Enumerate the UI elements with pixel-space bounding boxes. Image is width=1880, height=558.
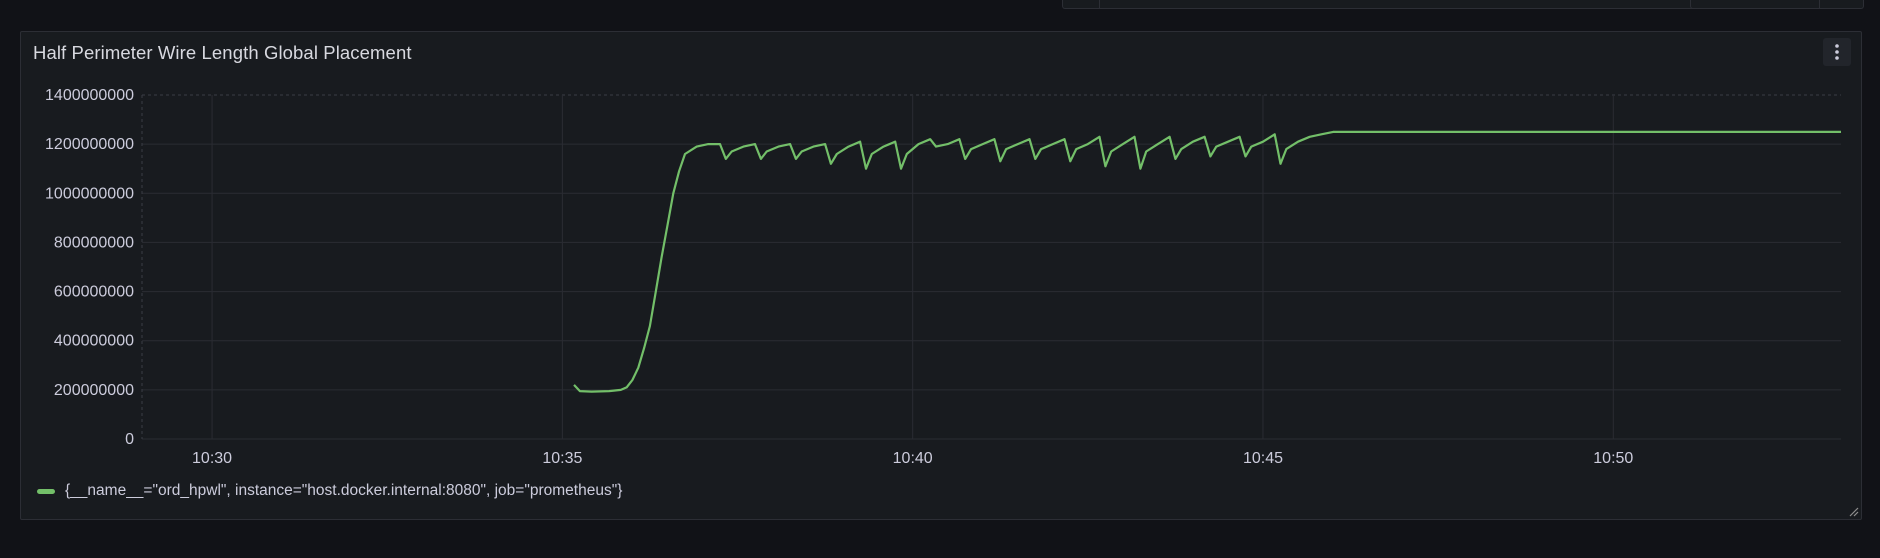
y-tick-label: 800000000 xyxy=(54,234,134,251)
x-tick-label: 10:35 xyxy=(542,450,582,467)
y-tick-label: 1200000000 xyxy=(45,136,134,153)
x-tick-label: 10:50 xyxy=(1593,450,1633,467)
legend-swatch xyxy=(37,488,55,494)
resize-handle-icon[interactable] xyxy=(1847,505,1859,517)
line-chart[interactable]: 0 200000000 400000000 600000000 800000000 100… xyxy=(21,32,1861,472)
toolbar-stub-left[interactable] xyxy=(1062,0,1787,9)
x-tick-label: 10:30 xyxy=(192,450,232,467)
chart-legend: {__name__="ord_hpwl", instance="host.doc… xyxy=(37,482,622,500)
x-tick-label: 10:40 xyxy=(893,450,933,467)
y-tick-label: 0 xyxy=(125,431,134,448)
y-tick-label: 600000000 xyxy=(54,284,134,301)
y-tick-label: 400000000 xyxy=(54,333,134,350)
timeseries-panel: Half Perimeter Wire Length Global Placem… xyxy=(20,31,1862,520)
x-tick-label: 10:45 xyxy=(1243,450,1283,467)
y-tick-label: 200000000 xyxy=(54,382,134,399)
series-line xyxy=(573,130,1841,393)
legend-series-label[interactable]: {__name__="ord_hpwl", instance="host.doc… xyxy=(65,482,622,500)
y-tick-label: 1000000000 xyxy=(45,185,134,202)
toolbar-stub-right[interactable] xyxy=(1690,0,1864,9)
y-tick-label: 1400000000 xyxy=(45,87,134,104)
